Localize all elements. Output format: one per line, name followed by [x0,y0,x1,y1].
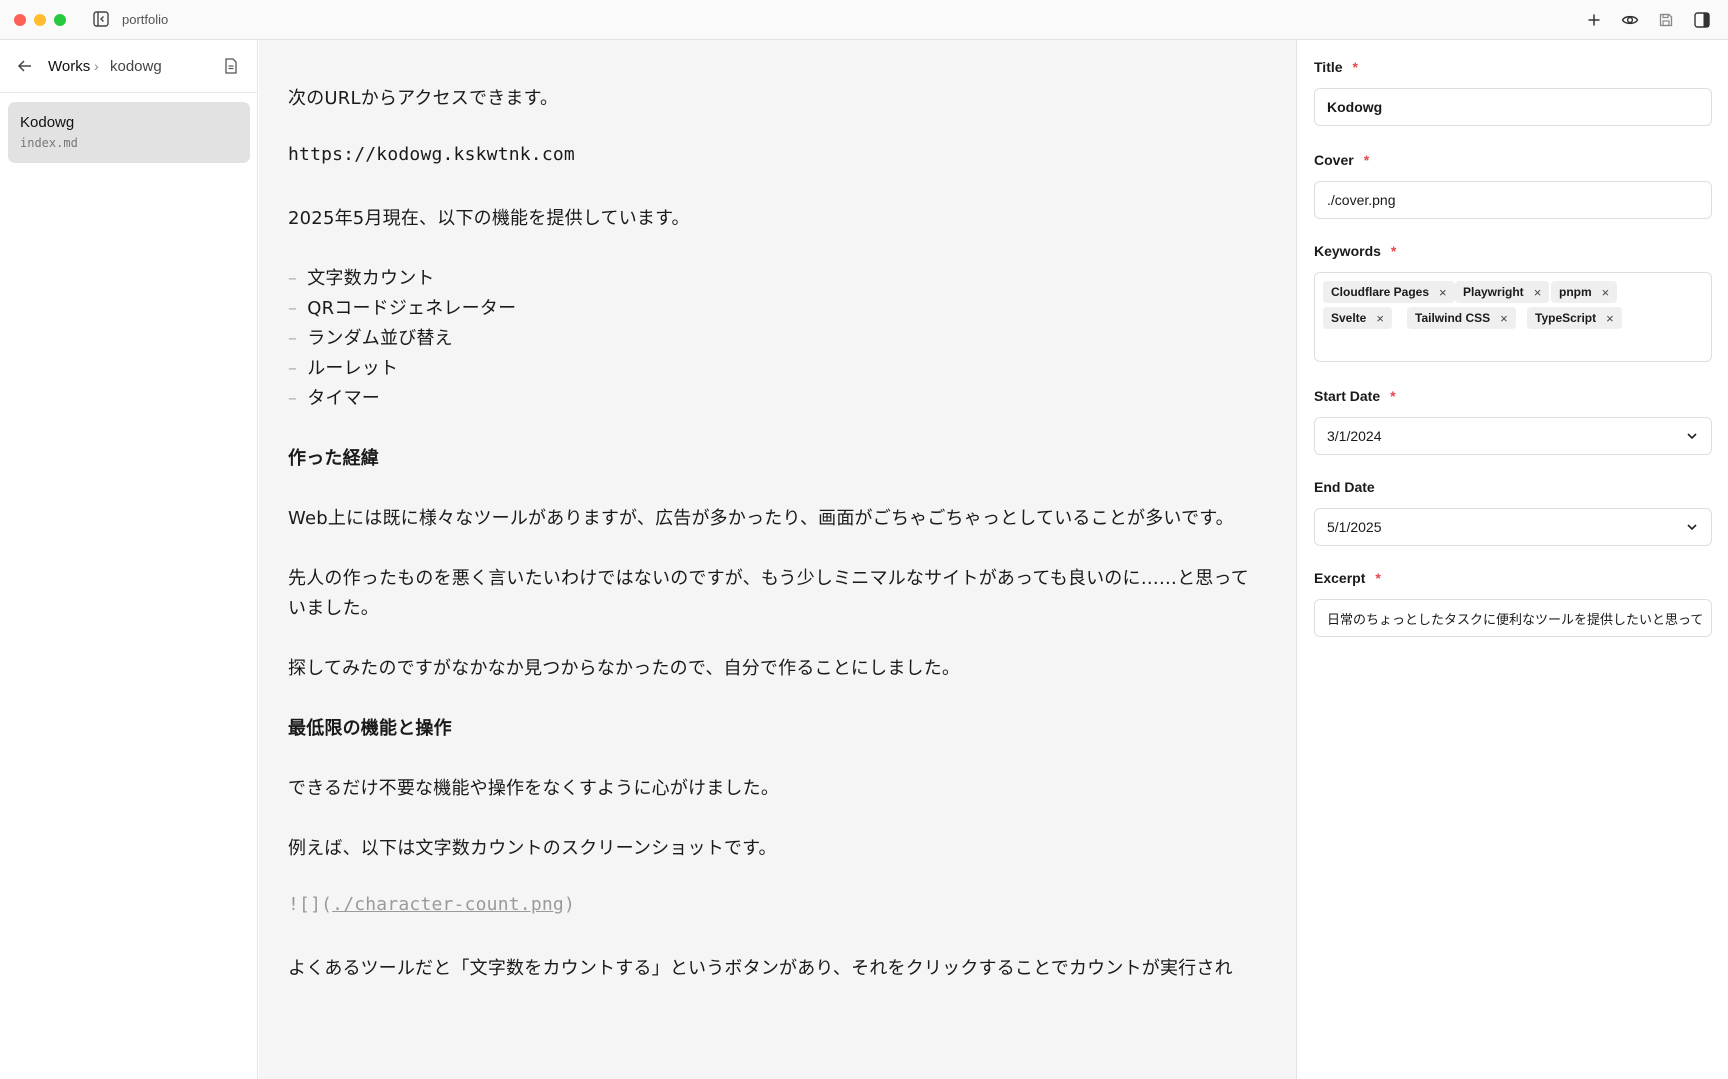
bullet-item: – タイマー [288,388,381,409]
editor-line: 次のURLからアクセスできます。 [288,88,559,109]
file-list-item[interactable]: Kodowg index.md [8,102,250,163]
bullet-item: – ランダム並び替え [288,328,453,349]
panel-right-icon[interactable] [1692,10,1712,30]
keyword-tag: Playwright × [1455,281,1550,303]
editor-line: できるだけ不要な機能や操作をなくすように心がけました。 [288,778,780,799]
document-icon[interactable] [222,57,240,75]
keyword-tag: pnpm × [1551,281,1618,303]
close-window-button[interactable] [14,14,26,26]
title-bar: portfolio [0,0,1728,40]
editor-line: 例えば、以下は文字数カウントのスクリーンショットです。 [288,838,777,859]
breadcrumb: Works › kodowg [0,40,258,93]
end-date-select[interactable]: 5/1/2025 [1314,508,1712,546]
bullet-item: – ルーレット [288,358,399,379]
editor-line: いました。 [288,598,379,619]
chevron-down-icon [1685,520,1699,534]
end-date-label: End Date [1314,479,1375,495]
image-markdown-link[interactable]: ![](./character-count.png) [288,894,575,915]
editor-line: 先人の作ったものを悪く言いたいわけではないのですが、もう少しミニマルなサイトがあ… [288,568,1249,589]
file-sidebar: Works › kodowg Kodowg index.md [0,40,258,1079]
keyword-tag: Tailwind CSS × [1407,307,1516,329]
sidebar-toggle-icon[interactable] [92,10,110,28]
editor-line-url: https://kodowg.kskwtnk.com [288,144,575,165]
keyword-tag: Svelte × [1323,307,1392,329]
back-arrow-icon[interactable] [16,57,34,75]
file-path: index.md [20,136,78,150]
editor-line: 2025年5月現在、以下の機能を提供しています。 [288,208,690,229]
cover-label: Cover * [1314,152,1370,168]
excerpt-input[interactable]: 日常のちょっとしたタスクに便利なツールを提供したいと思って [1314,599,1712,637]
app-title: portfolio [122,12,169,27]
minimize-window-button[interactable] [34,14,46,26]
cover-input[interactable]: ./cover.png [1314,181,1712,219]
keywords-label: Keywords * [1314,243,1397,259]
start-date-label: Start Date * [1314,388,1396,404]
remove-tag-icon[interactable]: × [1602,285,1610,300]
breadcrumb-separator: › [94,58,99,74]
title-label: Title * [1314,59,1358,75]
zoom-window-button[interactable] [54,14,66,26]
plus-icon[interactable] [1584,10,1604,30]
breadcrumb-current: kodowg [110,58,162,75]
keyword-tag: TypeScript × [1527,307,1622,329]
keywords-input[interactable]: Cloudflare Pages × Playwright × pnpm × Svel… [1314,272,1712,362]
keyword-tag: Cloudflare Pages × [1323,281,1455,303]
bullet-item: – QRコードジェネレーター [288,298,517,319]
excerpt-label: Excerpt * [1314,570,1381,586]
frontmatter-panel: Title * Kodowg Cover * ./cover.png Keyword… [1296,40,1728,1079]
title-input[interactable]: Kodowg [1314,88,1712,126]
remove-tag-icon[interactable]: × [1500,311,1508,326]
eye-icon[interactable] [1620,10,1640,30]
remove-tag-icon[interactable]: × [1606,311,1614,326]
remove-tag-icon[interactable]: × [1534,285,1542,300]
editor-line: よくあるツールだと「文字数をカウントする」というボタンがあり、それをクリックする… [288,958,1233,979]
editor-heading: 作った経緯 [288,448,379,469]
bullet-item: – 文字数カウント [288,268,435,289]
chevron-down-icon [1685,429,1699,443]
editor-heading: 最低限の機能と操作 [288,718,452,739]
remove-tag-icon[interactable]: × [1439,285,1447,300]
remove-tag-icon[interactable]: × [1376,311,1384,326]
breadcrumb-works-link[interactable]: Works [48,58,90,75]
markdown-editor[interactable]: 次のURLからアクセスできます。 https://kodowg.kskwtnk.… [259,40,1296,1079]
editor-line: Web上には既に様々なツールがありますが、広告が多かったり、画面がごちゃごちゃっ… [288,508,1234,529]
file-name: Kodowg [20,114,75,131]
editor-line: 探してみたのですがなかなか見つからなかったので、自分で作ることにしました。 [288,658,961,679]
save-icon[interactable] [1656,10,1676,30]
start-date-select[interactable]: 3/1/2024 [1314,417,1712,455]
